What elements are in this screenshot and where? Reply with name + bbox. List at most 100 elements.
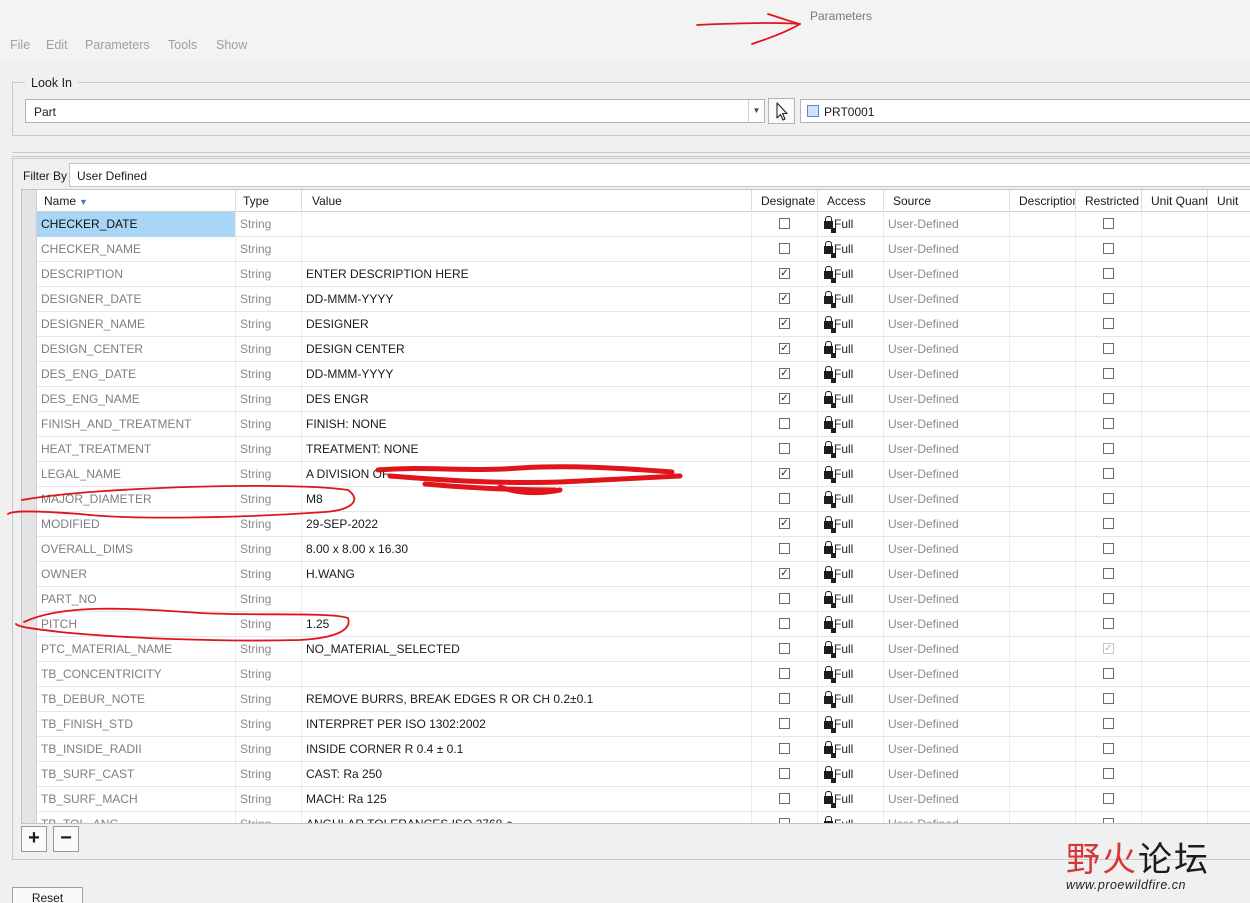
cell-access[interactable]: Full bbox=[818, 587, 884, 612]
cell-value[interactable] bbox=[302, 662, 752, 687]
checkbox[interactable] bbox=[1103, 443, 1114, 455]
cell-name[interactable]: CHECKER_NAME bbox=[37, 237, 236, 262]
cell-name[interactable]: DESIGN_CENTER bbox=[37, 337, 236, 362]
cell-access[interactable]: Full bbox=[818, 512, 884, 537]
checkbox[interactable] bbox=[779, 693, 790, 705]
checkbox[interactable] bbox=[779, 818, 790, 823]
table-row[interactable]: HEAT_TREATMENT String TREATMENT: NONE Full U… bbox=[37, 437, 1250, 462]
column-header-restricted[interactable]: Restricted bbox=[1076, 190, 1142, 212]
cell-name[interactable]: DES_ENG_NAME bbox=[37, 387, 236, 412]
cell-name[interactable]: TB_SURF_MACH bbox=[37, 787, 236, 812]
checkbox[interactable] bbox=[1103, 743, 1114, 755]
cell-name[interactable]: DESCRIPTION bbox=[37, 262, 236, 287]
select-model-button[interactable] bbox=[768, 98, 795, 124]
cell-access[interactable]: Full bbox=[818, 337, 884, 362]
cell-name[interactable]: FINISH_AND_TREATMENT bbox=[37, 412, 236, 437]
table-row[interactable]: TB_FINISH_STD String INTERPRET PER ISO 130… bbox=[37, 712, 1250, 737]
checkbox[interactable] bbox=[1103, 393, 1114, 405]
filter-combo[interactable]: User Defined bbox=[69, 163, 1250, 187]
checkbox[interactable] bbox=[1103, 518, 1114, 530]
cell-name[interactable]: OWNER bbox=[37, 562, 236, 587]
cell-value[interactable]: A DIVISION OF bbox=[302, 462, 752, 487]
checkbox[interactable] bbox=[1103, 668, 1114, 680]
reset-button[interactable]: Reset bbox=[12, 887, 83, 903]
checkbox[interactable] bbox=[779, 643, 790, 655]
checkbox[interactable]: ✓ bbox=[1103, 643, 1114, 655]
cell-access[interactable]: Full bbox=[818, 212, 884, 237]
column-header-type[interactable]: Type bbox=[236, 190, 302, 212]
table-row[interactable]: TB_TOL_ANG String ANGULAR TOLERANCES ISO 2… bbox=[37, 812, 1250, 823]
checkbox[interactable] bbox=[1103, 293, 1114, 305]
cell-name[interactable]: TB_CONCENTRICITY bbox=[37, 662, 236, 687]
checkbox[interactable] bbox=[1103, 268, 1114, 280]
checkbox[interactable] bbox=[1103, 818, 1114, 823]
cell-access[interactable]: Full bbox=[818, 737, 884, 762]
checkbox[interactable] bbox=[779, 543, 790, 555]
checkbox[interactable] bbox=[1103, 618, 1114, 630]
cell-access[interactable]: Full bbox=[818, 362, 884, 387]
checkbox[interactable] bbox=[779, 668, 790, 680]
cell-name[interactable]: LEGAL_NAME bbox=[37, 462, 236, 487]
column-header-unit-quantity[interactable]: Unit Quantity bbox=[1142, 190, 1208, 212]
cell-access[interactable]: Full bbox=[818, 412, 884, 437]
table-row[interactable]: OVERALL_DIMS String 8.00 x 8.00 x 16.30 Ful… bbox=[37, 537, 1250, 562]
cell-value[interactable]: ENTER DESCRIPTION HERE bbox=[302, 262, 752, 287]
cell-value[interactable] bbox=[302, 237, 752, 262]
checkbox[interactable]: ✓ bbox=[779, 268, 790, 280]
cell-name[interactable]: MAJOR_DIAMETER bbox=[37, 487, 236, 512]
table-row[interactable]: DES_ENG_NAME String DES ENGR ✓ Full User-Defi… bbox=[37, 387, 1250, 412]
chevron-down-icon[interactable]: ▼ bbox=[748, 100, 764, 122]
cell-access[interactable]: Full bbox=[818, 487, 884, 512]
checkbox[interactable]: ✓ bbox=[779, 343, 790, 355]
cell-access[interactable]: Full bbox=[818, 437, 884, 462]
table-row[interactable]: PITCH String 1.25 Full User-Defined bbox=[37, 612, 1250, 637]
cell-access[interactable]: Full bbox=[818, 462, 884, 487]
checkbox[interactable] bbox=[779, 218, 790, 230]
cell-value[interactable]: MACH: Ra 125 bbox=[302, 787, 752, 812]
checkbox[interactable] bbox=[1103, 343, 1114, 355]
column-header-value[interactable]: Value bbox=[302, 190, 752, 212]
cell-access[interactable]: Full bbox=[818, 262, 884, 287]
table-row[interactable]: DESCRIPTION String ENTER DESCRIPTION HERE ✓… bbox=[37, 262, 1250, 287]
cell-value[interactable]: DD-MMM-YYYY bbox=[302, 362, 752, 387]
cell-access[interactable]: Full bbox=[818, 287, 884, 312]
cell-value[interactable]: DES ENGR bbox=[302, 387, 752, 412]
checkbox[interactable] bbox=[1103, 593, 1114, 605]
column-header-name[interactable]: Name ▼ bbox=[37, 190, 236, 212]
cell-access[interactable]: Full bbox=[818, 787, 884, 812]
checkbox[interactable] bbox=[779, 243, 790, 255]
checkbox[interactable] bbox=[1103, 768, 1114, 780]
cell-value[interactable]: ANGULAR TOLERANCES ISO 2768-c bbox=[302, 812, 752, 823]
cell-name[interactable]: CHECKER_DATE bbox=[37, 212, 236, 237]
cell-name[interactable]: TB_FINISH_STD bbox=[37, 712, 236, 737]
table-row[interactable]: LEGAL_NAME String A DIVISION OF ✓ Full User-D… bbox=[37, 462, 1250, 487]
cell-name[interactable]: DESIGNER_DATE bbox=[37, 287, 236, 312]
cell-access[interactable]: Full bbox=[818, 537, 884, 562]
cell-access[interactable]: Full bbox=[818, 687, 884, 712]
cell-name[interactable]: PART_NO bbox=[37, 587, 236, 612]
table-row[interactable]: MAJOR_DIAMETER String M8 Full User-Defined bbox=[37, 487, 1250, 512]
checkbox[interactable] bbox=[1103, 493, 1114, 505]
cell-value[interactable]: TREATMENT: NONE bbox=[302, 437, 752, 462]
cell-name[interactable]: DES_ENG_DATE bbox=[37, 362, 236, 387]
cell-value[interactable]: DD-MMM-YYYY bbox=[302, 287, 752, 312]
table-row[interactable]: TB_DEBUR_NOTE String REMOVE BURRS, BREAK E… bbox=[37, 687, 1250, 712]
cell-value[interactable] bbox=[302, 587, 752, 612]
cell-value[interactable]: 1.25 bbox=[302, 612, 752, 637]
parameters-table[interactable]: Name ▼ Type Value Designate Access Source… bbox=[21, 189, 1250, 824]
table-row[interactable]: DESIGN_CENTER String DESIGN CENTER ✓ Full Use… bbox=[37, 337, 1250, 362]
table-row[interactable]: TB_SURF_MACH String MACH: Ra 125 Full User-D… bbox=[37, 787, 1250, 812]
checkbox[interactable]: ✓ bbox=[779, 468, 790, 480]
checkbox[interactable] bbox=[1103, 318, 1114, 330]
cell-value[interactable]: DESIGNER bbox=[302, 312, 752, 337]
cell-name[interactable]: OVERALL_DIMS bbox=[37, 537, 236, 562]
cell-name[interactable]: DESIGNER_NAME bbox=[37, 312, 236, 337]
checkbox[interactable] bbox=[779, 618, 790, 630]
cell-access[interactable]: Full bbox=[818, 762, 884, 787]
menu-tools[interactable]: Tools bbox=[168, 38, 197, 52]
cell-value[interactable]: H.WANG bbox=[302, 562, 752, 587]
cell-value[interactable]: CAST: Ra 250 bbox=[302, 762, 752, 787]
checkbox[interactable]: ✓ bbox=[779, 368, 790, 380]
checkbox[interactable] bbox=[779, 418, 790, 430]
table-row[interactable]: MODIFIED String 29-SEP-2022 ✓ Full User-Defin… bbox=[37, 512, 1250, 537]
